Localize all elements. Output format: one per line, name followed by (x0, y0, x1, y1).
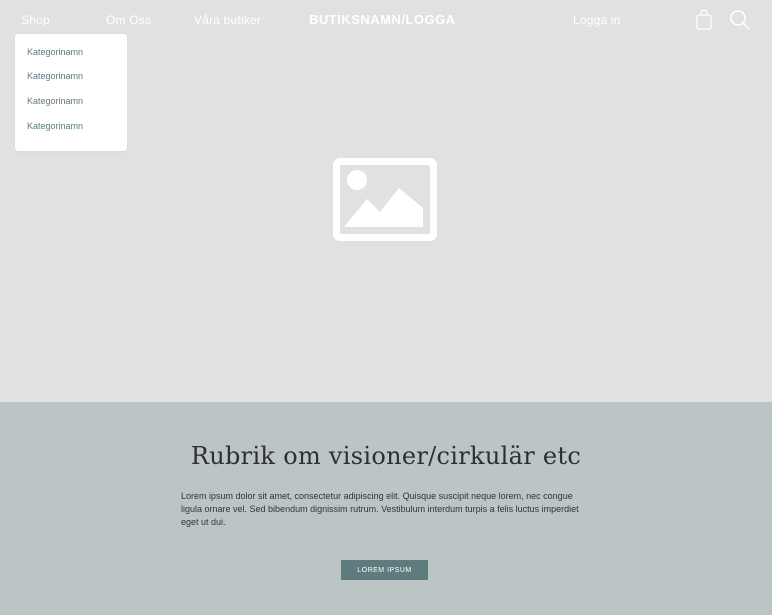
store-logo[interactable]: BUTIKSNAMN/LOGGA (309, 12, 456, 27)
nav-about-link[interactable]: Om Oss (106, 13, 151, 27)
dropdown-category-item[interactable]: Kategorinamn (27, 96, 83, 106)
search-icon[interactable] (729, 9, 751, 31)
nav-shop-link[interactable]: Shop (21, 13, 50, 27)
image-placeholder-icon (333, 158, 437, 241)
dropdown-category-item[interactable]: Kategorinamn (27, 121, 83, 131)
nav-stores-link[interactable]: Våra butiker (194, 13, 261, 27)
lorem-ipsum-button[interactable]: LOREM IPSUM (341, 560, 428, 580)
dropdown-category-item[interactable]: Kategorinamn (27, 71, 83, 81)
shop-dropdown-menu: Kategorinamn Kategorinamn Kategorinamn K… (15, 34, 127, 151)
hero-section: Shop Om Oss Våra butiker BUTIKSNAMN/LOGG… (0, 0, 772, 402)
login-link[interactable]: Logga in (573, 13, 621, 27)
shopping-bag-icon[interactable] (694, 9, 714, 31)
vision-heading: Rubrik om visioner/cirkulär etc (190, 442, 582, 470)
vision-section: Rubrik om visioner/cirkulär etc Lorem ip… (0, 402, 772, 615)
vision-paragraph: Lorem ipsum dolor sit amet, consectetur … (181, 491, 579, 527)
dropdown-category-item[interactable]: Kategorinamn (27, 47, 83, 57)
